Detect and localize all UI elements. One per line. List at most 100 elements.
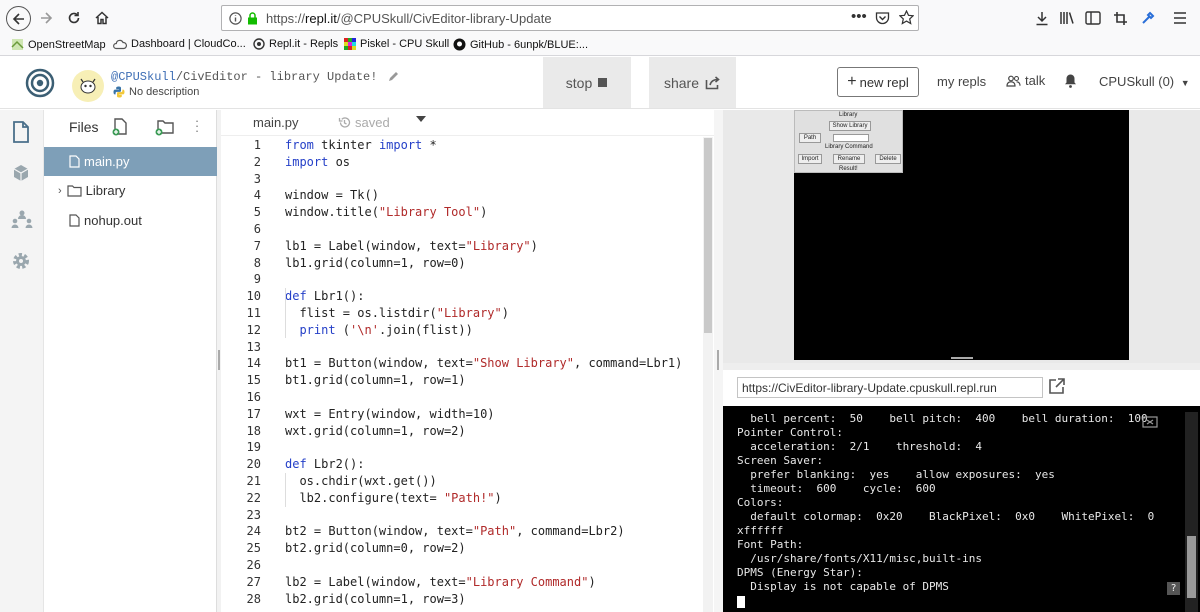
forward-icon[interactable]	[34, 6, 58, 30]
line-number: 17	[246, 406, 261, 421]
plus-icon: +	[847, 73, 857, 90]
line-number: 5	[253, 205, 261, 220]
repl-owner[interactable]: @CPUSkull	[111, 70, 176, 84]
new-repl-label: new repl	[859, 74, 909, 90]
file-item-nohup-out[interactable]: nohup.out	[44, 206, 217, 235]
tk-label-result: Result!	[839, 166, 858, 172]
home-icon[interactable]	[90, 6, 114, 30]
stop-button[interactable]: stop	[543, 57, 631, 108]
people-icon	[1006, 75, 1021, 87]
tk-entry[interactable]	[833, 134, 869, 142]
packages-icon[interactable]	[11, 163, 31, 183]
help-icon[interactable]: ?	[1167, 582, 1180, 595]
multiplayer-icon[interactable]	[11, 208, 33, 230]
code-line: bt1 = Button(window, text="Show Library"…	[285, 356, 683, 371]
console-line: Display is not capable of DPMS	[737, 580, 949, 593]
reload-icon[interactable]	[62, 6, 86, 30]
new-repl-button[interactable]: + new repl	[837, 67, 919, 97]
repl-avatar[interactable]	[72, 70, 104, 102]
line-number: 3	[253, 171, 261, 186]
bookmark-github[interactable]: GitHub - 6unpk/BLUE:...	[453, 38, 588, 51]
bookmark-cloudflare[interactable]: Dashboard | CloudCo...	[113, 38, 246, 50]
stop-icon	[597, 77, 608, 88]
run-url-field[interactable]: https://CivEditor-library-Update.cpuskul…	[737, 377, 1043, 398]
add-folder-icon[interactable]	[155, 118, 175, 136]
bookmark-label: Piskel - CPU Skull	[360, 38, 450, 50]
files-icon[interactable]	[11, 121, 31, 143]
code-area[interactable]: 1 2 3 4 5 6 7 8 9 10 11 12 13 14 15 16 17 18 19 20 21 22 23 24 2…	[221, 137, 701, 612]
console[interactable]: bell percent: 50 bell pitch: 400 bell du…	[723, 406, 1200, 612]
tab-main-py[interactable]: main.py	[253, 115, 299, 130]
folder-item-library[interactable]: › Library	[44, 176, 217, 205]
repl-name[interactable]: CivEditor - library Update!	[183, 70, 377, 84]
pocket-icon[interactable]	[875, 11, 890, 25]
share-button[interactable]: share	[649, 57, 736, 108]
caret-down-icon[interactable]	[416, 116, 426, 123]
console-line: acceleration: 2/1 threshold: 4	[737, 440, 983, 453]
editor-output-splitter[interactable]	[714, 110, 723, 612]
line-number: 4	[253, 188, 261, 203]
vnc-display[interactable]: Library Show Library Path Library Comman…	[794, 110, 1129, 360]
address-bar[interactable]: https://repl.it/@CPUSkull/CivEditor-libr…	[221, 5, 919, 31]
code-line: def Lbr1():	[285, 289, 365, 304]
url-prefix: https://	[266, 11, 306, 26]
cloud-icon	[113, 39, 127, 50]
tk-import-button[interactable]: Import	[798, 154, 822, 164]
line-number: 23	[246, 507, 261, 522]
code-line: lb1 = Label(window, text="Library")	[285, 238, 538, 253]
file-label: main.py	[84, 154, 130, 169]
replit-logo[interactable]	[25, 68, 55, 98]
more-options-icon[interactable]: · · ·	[194, 114, 200, 137]
bookmark-openstreetmap[interactable]: OpenStreetMap	[11, 38, 106, 51]
tk-show-library-button[interactable]: Show Library	[829, 121, 871, 131]
code-editor: main.py saved 1 2 3 4 5 6 7 8 9 10 11 12 13 14 15 16 17 1…	[221, 110, 714, 612]
menu-icon[interactable]	[1168, 6, 1192, 30]
output-console-splitter[interactable]	[723, 357, 1200, 370]
history-icon	[338, 116, 351, 129]
my-repls-link[interactable]: my repls	[937, 74, 986, 89]
editor-tab-bar: main.py saved	[221, 110, 714, 136]
bookmark-label: GitHub - 6unpk/BLUE:...	[470, 38, 588, 51]
tk-label-command: Library Command	[825, 144, 873, 150]
url-text: https://repl.it/@CPUSkull/CivEditor-libr…	[266, 11, 552, 26]
bookmark-star-icon[interactable]	[899, 10, 914, 25]
tk-rename-button[interactable]: Rename	[833, 154, 865, 164]
back-icon[interactable]	[6, 6, 31, 31]
sidebar-icon[interactable]	[1081, 6, 1105, 30]
add-file-icon[interactable]	[112, 118, 129, 136]
pencil-icon[interactable]	[388, 71, 399, 82]
tk-delete-button[interactable]: Delete	[875, 154, 901, 164]
talk-link[interactable]: talk	[1006, 73, 1045, 88]
line-number: 9	[253, 272, 261, 287]
info-icon[interactable]	[229, 12, 242, 25]
repl-title[interactable]: @CPUSkull/CivEditor - library Update!	[111, 70, 399, 84]
file-item-main-py[interactable]: main.py	[44, 147, 217, 176]
downloads-icon[interactable]	[1030, 6, 1054, 30]
tk-path-button[interactable]: Path	[799, 133, 821, 143]
screenshot-icon[interactable]	[1108, 6, 1132, 30]
settings-gear-icon[interactable]	[11, 251, 31, 271]
repl-description[interactable]: No description	[113, 86, 199, 98]
url-host: repl.it	[305, 11, 337, 26]
title-separator: /	[175, 70, 184, 84]
clear-console-icon[interactable]	[1142, 414, 1158, 428]
code-line: lb1.grid(column=1, row=0)	[285, 255, 466, 270]
chevron-right-icon[interactable]: ›	[58, 185, 62, 197]
stop-label: stop	[565, 74, 593, 91]
editor-scrollbar-thumb[interactable]	[704, 138, 712, 333]
notifications-bell-icon[interactable]	[1064, 73, 1077, 88]
account-menu[interactable]: CPUSkull (0) ▼	[1099, 74, 1190, 89]
bookmark-piskel[interactable]: Piskel - CPU Skull	[344, 38, 449, 50]
folder-label: Library	[85, 183, 126, 198]
tk-label-library: Library	[839, 112, 858, 118]
splitter-grip	[951, 357, 973, 359]
more-actions-icon[interactable]: •••	[851, 8, 867, 25]
open-external-icon[interactable]	[1048, 377, 1066, 395]
library-icon[interactable]	[1055, 6, 1079, 30]
bookmark-label: Repl.it - Repls	[269, 38, 339, 50]
console-scrollbar-thumb[interactable]	[1187, 536, 1196, 598]
bookmark-replit[interactable]: Repl.it - Repls	[253, 38, 338, 50]
eyedropper-icon[interactable]	[1136, 6, 1160, 30]
code-line: flist = os.listdir("Library")	[285, 306, 509, 320]
console-line: /usr/share/fonts/X11/misc,built-ins	[737, 552, 983, 565]
